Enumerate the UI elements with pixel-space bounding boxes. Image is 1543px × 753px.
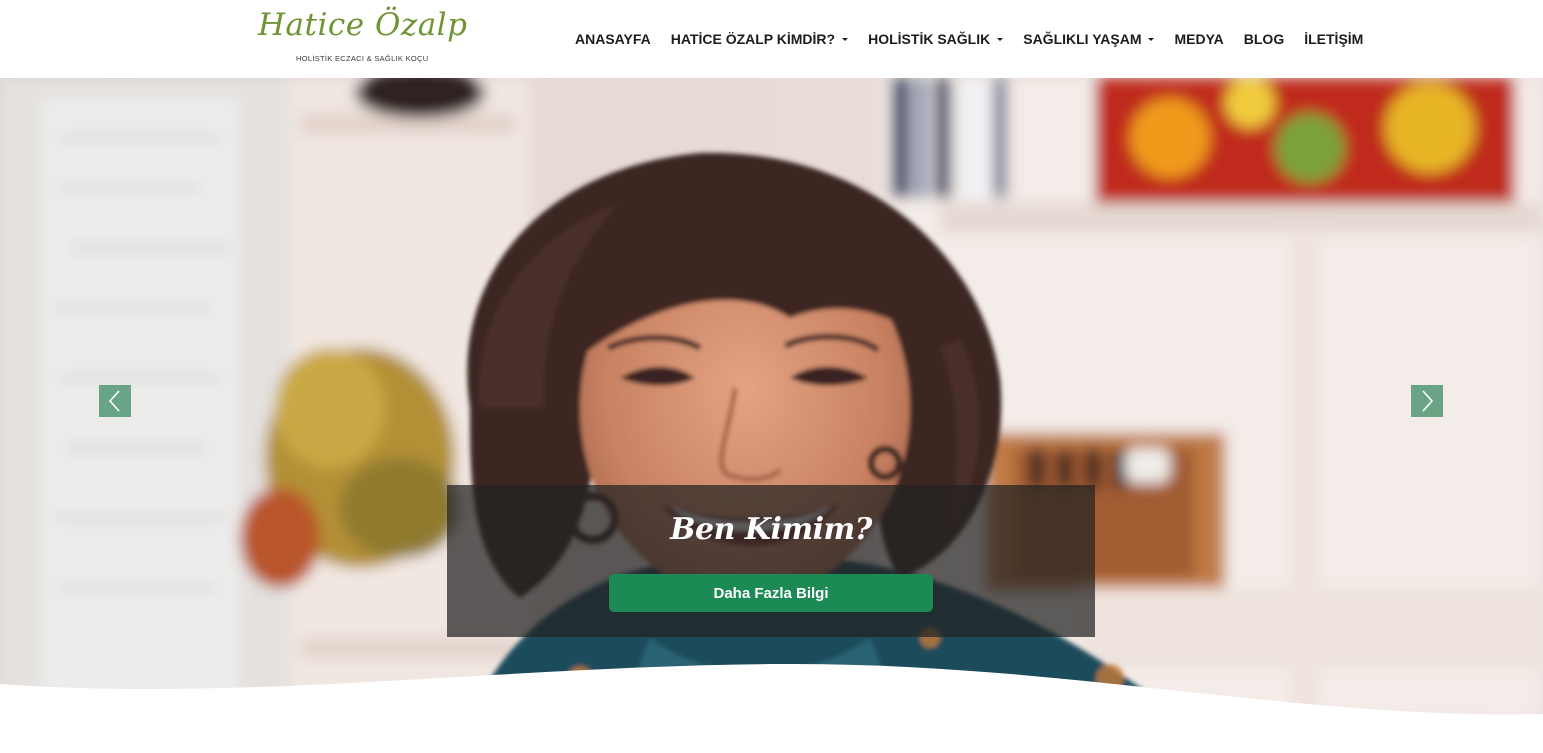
caret-down-icon (842, 37, 849, 41)
nav-item-label: BLOG (1243, 31, 1285, 47)
nav-item-holistik-saglik[interactable]: HOLİSTİK SAĞLIK (868, 30, 1004, 48)
nav-item-anasayfa[interactable]: ANASAYFA (575, 30, 651, 48)
nav-item-iletisim[interactable]: İLETİŞİM (1304, 30, 1363, 48)
site-logo[interactable]: Hatice Özalp HOLİSTİK ECZACI & SAĞLIK KO… (256, 8, 467, 66)
logo-tagline: HOLİSTİK ECZACI & SAĞLIK KOÇU (296, 54, 429, 63)
nav-item-hatice-ozalp-kimdir[interactable]: HATİCE ÖZALP KİMDİR? (670, 30, 849, 48)
nav-item-label: HOLİSTİK SAĞLIK (868, 31, 991, 47)
logo-name: Hatice Özalp (258, 7, 468, 43)
chevron-right-icon (1422, 390, 1434, 412)
nav-item-blog[interactable]: BLOG (1244, 30, 1284, 48)
nav-item-medya[interactable]: MEDYA (1174, 30, 1223, 48)
nav-item-label: ANASAYFA (575, 31, 651, 47)
nav-item-label: İLETİŞİM (1304, 31, 1364, 47)
hero-bottom-wave (0, 663, 1543, 753)
nav-item-label: SAĞLIKLI YAŞAM (1023, 31, 1142, 47)
main-nav: ANASAYFA HATİCE ÖZALP KİMDİR? HOLİSTİK S… (575, 30, 1363, 48)
hero-caption: Ben Kimim? Daha Fazla Bilgi (447, 485, 1095, 637)
more-info-button[interactable]: Daha Fazla Bilgi (609, 574, 933, 612)
nav-item-saglikli-yasam[interactable]: SAĞLIKLI YAŞAM (1023, 30, 1155, 48)
hero-slider: Ben Kimim? Daha Fazla Bilgi (0, 78, 1543, 718)
chevron-left-icon (108, 390, 120, 412)
caret-down-icon (997, 37, 1004, 41)
site-header: Hatice Özalp HOLİSTİK ECZACI & SAĞLIK KO… (0, 0, 1543, 78)
slider-prev-button[interactable] (99, 385, 131, 417)
hero-caption-title: Ben Kimim? (670, 512, 872, 547)
slider-next-button[interactable] (1411, 385, 1443, 417)
nav-item-label: MEDYA (1174, 31, 1224, 47)
caret-down-icon (1148, 37, 1155, 41)
nav-item-label: HATİCE ÖZALP KİMDİR? (670, 31, 836, 47)
